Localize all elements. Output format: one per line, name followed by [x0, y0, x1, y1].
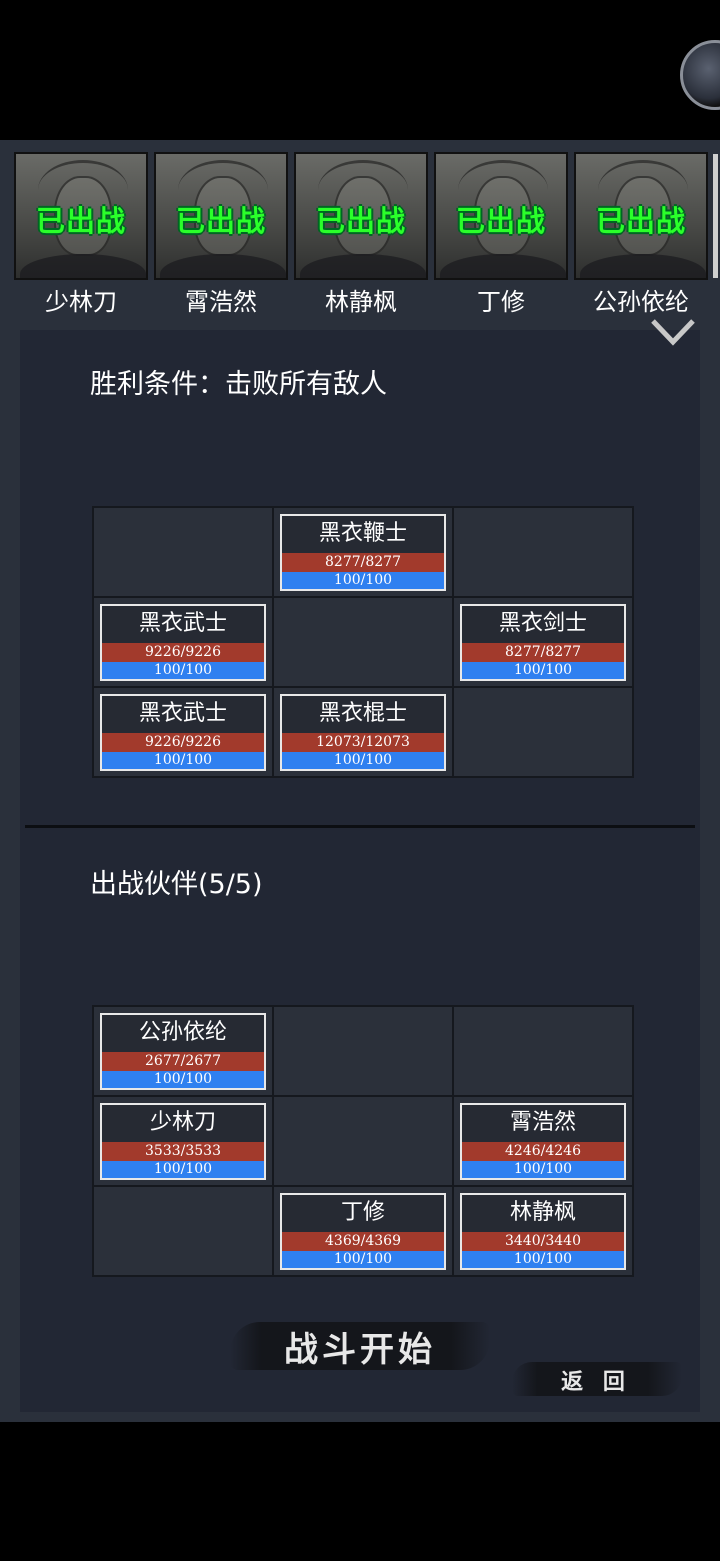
roster-name: 林静枫 [325, 288, 397, 316]
roster-card[interactable]: 已出战 丁修 [434, 150, 568, 320]
hp-bar: 8277/8277 [282, 553, 444, 572]
top-bar [0, 0, 720, 140]
party-unit-card[interactable]: 林静枫 3440/3440 100/100 [460, 1193, 626, 1270]
mp-bar: 100/100 [102, 1161, 264, 1178]
enemy-unit-card[interactable]: 黑衣武士 9226/9226 100/100 [100, 694, 266, 771]
hp-bar: 2677/2677 [102, 1052, 264, 1071]
unit-name: 丁修 [340, 1200, 385, 1225]
enemy-unit-card[interactable]: 黑衣武士 9226/9226 100/100 [100, 604, 266, 681]
formation-cell[interactable]: 林静枫 3440/3440 100/100 [454, 1187, 632, 1275]
enemy-unit-card[interactable]: 黑衣棍士 12073/12073 100/100 [280, 694, 446, 771]
party-unit-card[interactable]: 少林刀 3533/3533 100/100 [100, 1103, 266, 1180]
start-battle-button[interactable]: 战斗开始 [230, 1312, 490, 1378]
mp-bar: 100/100 [102, 752, 264, 769]
bottom-bar [0, 1422, 720, 1561]
roster-strip: 已出战 少林刀 已出战 霄浩然 已出战 林静枫 已出战 丁修 已出战 公孙依纶 [0, 150, 720, 320]
hp-bar: 8277/8277 [462, 643, 624, 662]
deployed-tag: 已出战 [455, 204, 546, 238]
roster-card[interactable]: 已出战 公孙依纶 [574, 150, 708, 320]
formation-cell[interactable]: 黑衣棍士 12073/12073 100/100 [274, 688, 452, 776]
back-button[interactable]: 返 回 [512, 1358, 682, 1400]
start-battle-label: 战斗开始 [284, 1330, 436, 1370]
hp-bar: 4369/4369 [282, 1232, 444, 1251]
mp-bar: 100/100 [462, 1251, 624, 1268]
formation-cell[interactable]: 黑衣武士 9226/9226 100/100 [94, 688, 272, 776]
formation-cell[interactable] [94, 508, 272, 596]
hp-bar: 3440/3440 [462, 1232, 624, 1251]
formation-cell[interactable]: 霄浩然 4246/4246 100/100 [454, 1097, 632, 1185]
portrait: 已出战 [154, 152, 288, 280]
roster-name: 霄浩然 [185, 288, 257, 316]
unit-name: 黑衣鞭士 [318, 521, 407, 546]
formation-cell[interactable]: 黑衣鞭士 8277/8277 100/100 [274, 508, 452, 596]
mp-bar: 100/100 [102, 1071, 264, 1088]
roster-card[interactable]: 已出战 少林刀 [14, 150, 148, 320]
portrait: 已出战 [574, 152, 708, 280]
section-divider [25, 825, 695, 828]
formation-cell[interactable]: 黑衣剑士 8277/8277 100/100 [454, 598, 632, 686]
enemy-formation-grid: 黑衣鞭士 8277/8277 100/100 黑衣武士 9226/9226 100/100… [92, 506, 634, 778]
victory-condition: 胜利条件：击败所有敌人 [90, 369, 387, 400]
hp-bar: 3533/3533 [102, 1142, 264, 1161]
unit-name: 黑衣武士 [138, 701, 227, 726]
formation-cell[interactable] [274, 1097, 452, 1185]
roster-name: 少林刀 [45, 288, 117, 316]
formation-cell[interactable]: 公孙依纶 2677/2677 100/100 [94, 1007, 272, 1095]
party-unit-card[interactable]: 丁修 4369/4369 100/100 [280, 1193, 446, 1270]
mp-bar: 100/100 [102, 662, 264, 679]
back-label: 返 回 [561, 1369, 631, 1395]
hp-bar: 9226/9226 [102, 733, 264, 752]
enemy-unit-card[interactable]: 黑衣剑士 8277/8277 100/100 [460, 604, 626, 681]
deployed-tag: 已出战 [35, 204, 126, 238]
unit-name: 少林刀 [149, 1110, 216, 1135]
roster-card[interactable]: 已出战 林静枫 [294, 150, 428, 320]
party-unit-card[interactable]: 霄浩然 4246/4246 100/100 [460, 1103, 626, 1180]
unit-name: 黑衣武士 [138, 611, 227, 636]
hp-bar: 9226/9226 [102, 643, 264, 662]
deployed-tag: 已出战 [175, 204, 266, 238]
party-unit-card[interactable]: 公孙依纶 2677/2677 100/100 [100, 1013, 266, 1090]
roster-name: 公孙依纶 [593, 288, 689, 316]
mp-bar: 100/100 [462, 1161, 624, 1178]
unit-name: 霄浩然 [509, 1110, 576, 1135]
unit-name: 黑衣剑士 [498, 611, 587, 636]
unit-name: 林静枫 [509, 1200, 576, 1225]
formation-cell[interactable] [454, 688, 632, 776]
unit-name: 公孙依纶 [138, 1020, 227, 1045]
deployed-tag: 已出战 [595, 204, 686, 238]
mp-bar: 100/100 [282, 1251, 444, 1268]
unit-name: 黑衣棍士 [318, 701, 407, 726]
formation-cell[interactable] [274, 598, 452, 686]
deployed-tag: 已出战 [315, 204, 406, 238]
roster-name: 丁修 [477, 288, 525, 316]
party-title: 出战伙伴(5/5) [90, 869, 263, 900]
portrait: 已出战 [434, 152, 568, 280]
formation-cell[interactable] [454, 508, 632, 596]
enemy-unit-card[interactable]: 黑衣鞭士 8277/8277 100/100 [280, 514, 446, 591]
formation-cell[interactable] [94, 1187, 272, 1275]
hp-bar: 12073/12073 [282, 733, 444, 752]
formation-cell[interactable]: 丁修 4369/4369 100/100 [274, 1187, 452, 1275]
mp-bar: 100/100 [462, 662, 624, 679]
hp-bar: 4246/4246 [462, 1142, 624, 1161]
roster-scroll-indicator[interactable] [713, 154, 718, 278]
formation-cell[interactable] [454, 1007, 632, 1095]
chevron-down-icon[interactable] [650, 318, 696, 346]
portrait: 已出战 [14, 152, 148, 280]
menu-emblem-icon[interactable] [680, 40, 720, 110]
mp-bar: 100/100 [282, 752, 444, 769]
formation-cell[interactable]: 黑衣武士 9226/9226 100/100 [94, 598, 272, 686]
portrait: 已出战 [294, 152, 428, 280]
formation-cell[interactable] [274, 1007, 452, 1095]
mp-bar: 100/100 [282, 572, 444, 589]
roster-card[interactable]: 已出战 霄浩然 [154, 150, 288, 320]
formation-cell[interactable]: 少林刀 3533/3533 100/100 [94, 1097, 272, 1185]
party-formation-grid: 公孙依纶 2677/2677 100/100 少林刀 3533/3533 100/100 霄… [92, 1005, 634, 1277]
